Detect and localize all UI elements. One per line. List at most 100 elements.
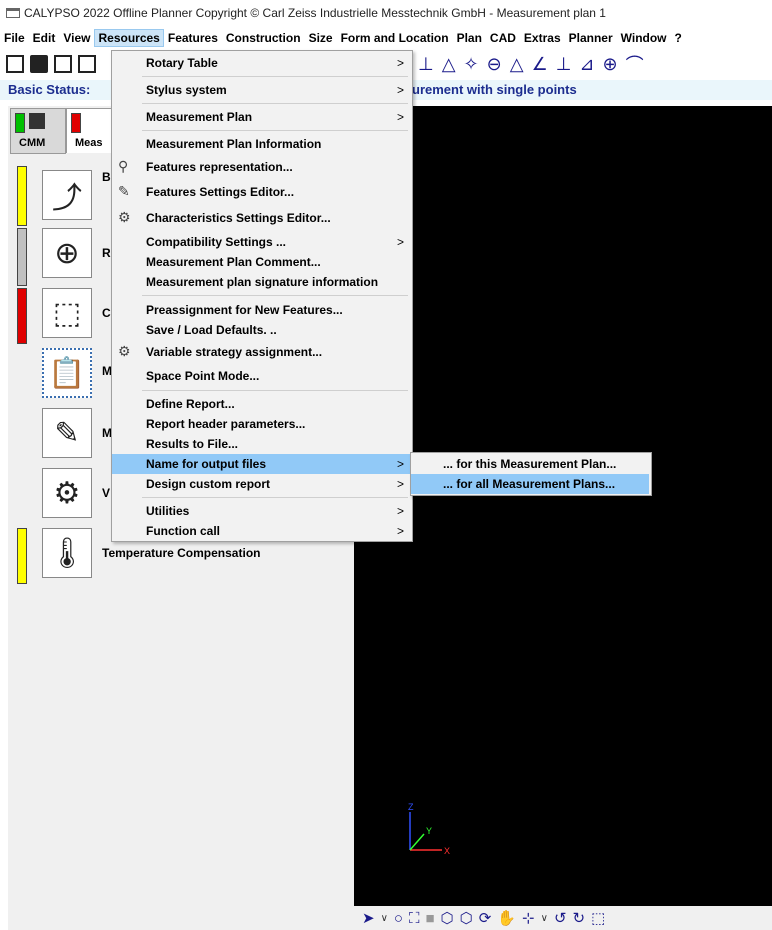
dropdown-2-icon[interactable]: ∨	[541, 913, 548, 924]
new-file-icon[interactable]	[6, 55, 24, 73]
app-icon	[6, 8, 20, 18]
menu-view[interactable]: View	[59, 29, 94, 47]
point-icon[interactable]: ✧	[464, 54, 479, 75]
menu-item-measurement-plan-signature[interactable]: Measurement plan signature information	[112, 272, 410, 292]
submenu-item-this-measurement-plan[interactable]: ... for this Measurement Plan...	[411, 454, 649, 474]
render-icon[interactable]: ⬡	[441, 909, 454, 927]
menu-resources[interactable]: Resources	[94, 28, 164, 47]
select-arrow-icon[interactable]: ➤	[362, 909, 375, 927]
window-title: CALYPSO 2022 Offline Planner Copyright ©…	[24, 6, 606, 20]
clearance-data-icon[interactable]: ⬚	[42, 288, 92, 338]
circle-view-icon[interactable]: ○	[394, 910, 403, 927]
cmm-status-indicator	[15, 113, 25, 133]
rotate-view-icon[interactable]: ⟳	[479, 909, 492, 927]
menu-item-features-representation[interactable]: ⚲ Features representation...	[112, 157, 410, 177]
characteristics-settings-icon: ⚙	[118, 209, 131, 225]
features-representation-icon: ⚲	[118, 158, 129, 174]
menu-item-function-call[interactable]: Function call >	[112, 521, 410, 541]
cylinder-icon[interactable]: △	[510, 54, 524, 75]
menu-item-label: Utilities	[146, 504, 190, 518]
variable-strategy-icon[interactable]: ⚙	[42, 468, 92, 518]
menu-form-and-location[interactable]: Form and Location	[337, 29, 453, 47]
menu-item-features-settings-editor[interactable]: ✎ Features Settings Editor...	[112, 182, 410, 202]
axis-triad: Z Y X	[408, 802, 450, 856]
menu-construction[interactable]: Construction	[222, 29, 305, 47]
menu-item-utilities[interactable]: Utilities >	[112, 501, 410, 521]
menu-item-measurement-plan[interactable]: Measurement Plan >	[112, 107, 410, 127]
menu-cad[interactable]: CAD	[486, 29, 520, 47]
save-as-icon[interactable]	[78, 55, 96, 73]
submenu-arrow-icon: >	[397, 524, 405, 538]
menu-item-rotary-table[interactable]: Rotary Table >	[112, 53, 410, 73]
temperature-icon[interactable]: 🌡	[42, 528, 92, 578]
distance-icon[interactable]: ⊿	[579, 54, 594, 75]
tab-cmm[interactable]: CMM	[10, 108, 66, 154]
rotate-right-icon[interactable]: ↻	[573, 909, 586, 927]
circle-icon[interactable]: ⊖	[487, 54, 502, 75]
menu-help[interactable]: ?	[671, 29, 686, 47]
submenu-arrow-icon: >	[397, 56, 405, 70]
menu-item-preassignment-new-features[interactable]: Preassignment for New Features...	[112, 300, 410, 320]
menu-features[interactable]: Features	[164, 29, 222, 47]
open-folder-icon[interactable]	[30, 55, 48, 73]
resources-menu: Rotary Table > Stylus system > Measureme…	[111, 50, 413, 542]
submenu-arrow-icon: >	[397, 83, 405, 97]
menu-separator	[142, 130, 408, 131]
save-icon[interactable]	[54, 55, 72, 73]
cube-view-icon[interactable]: ⬚	[591, 909, 605, 927]
pan-hand-icon[interactable]: ✋	[497, 909, 516, 927]
viewport-toolbar: ➤ ∨ ○ ⛶ ■ ⬡ ⬡ ⟳ ✋ ⊹ ∨ ↺ ↻ ⬚	[354, 906, 772, 930]
cone-icon[interactable]: △	[442, 54, 456, 75]
measurement-plan-icon[interactable]: 📋	[42, 348, 92, 398]
basic-status-value: urement with single points	[412, 82, 577, 97]
cad-viewport[interactable]	[354, 106, 772, 906]
menu-item-label: Report header parameters...	[146, 417, 306, 431]
menu-item-variable-strategy-assignment[interactable]: ⚙ Variable strategy assignment...	[112, 342, 410, 362]
menu-item-stylus-system[interactable]: Stylus system >	[112, 80, 410, 100]
coordinate-system-icon[interactable]: ⊥	[418, 54, 434, 75]
menu-item-label: Rotary Table	[146, 56, 218, 70]
submenu-item-all-measurement-plans[interactable]: ... for all Measurement Plans...	[411, 474, 649, 494]
row-label-base-alignment: B	[102, 170, 111, 184]
menu-item-report-header-parameters[interactable]: Report header parameters...	[112, 414, 410, 434]
dropdown-icon[interactable]: ∨	[381, 913, 388, 924]
menu-item-results-to-file[interactable]: Results to File...	[112, 434, 410, 454]
menu-item-measurement-plan-information[interactable]: Measurement Plan Information	[112, 134, 410, 154]
rotary-alignment-icon[interactable]: ⊕	[42, 228, 92, 278]
menu-extras[interactable]: Extras	[520, 29, 565, 47]
menu-item-measurement-plan-comment[interactable]: Measurement Plan Comment...	[112, 252, 410, 272]
perpendicular-icon[interactable]: ⊥	[556, 54, 572, 75]
menu-item-label: Design custom report	[146, 477, 271, 491]
menu-item-name-for-output-files[interactable]: Name for output files >	[112, 454, 410, 474]
menu-item-label: Compatibility Settings ...	[146, 235, 287, 249]
feature-view-icon[interactable]: ⛶	[409, 910, 420, 927]
menu-item-design-custom-report[interactable]: Design custom report >	[112, 474, 410, 494]
menu-item-space-point-mode[interactable]: Space Point Mode...	[112, 366, 410, 386]
submenu-arrow-icon: >	[397, 110, 405, 124]
angle-icon[interactable]: ∠	[532, 54, 548, 75]
menu-item-compatibility-settings[interactable]: Compatibility Settings ... >	[112, 232, 410, 252]
menu-edit[interactable]: Edit	[29, 29, 60, 47]
solid-view-icon[interactable]: ■	[425, 910, 434, 927]
menu-item-define-report[interactable]: Define Report...	[112, 394, 410, 414]
status-bar-yellow	[17, 166, 27, 226]
arc-icon[interactable]: ⌒	[626, 51, 644, 77]
menu-file[interactable]: File	[0, 29, 29, 47]
row-label-clearance: C	[102, 306, 111, 320]
rotate-left-icon[interactable]: ↺	[554, 909, 567, 927]
base-alignment-icon[interactable]: ⤴	[42, 170, 92, 220]
menu-item-characteristics-settings-editor[interactable]: ⚙ Characteristics Settings Editor...	[112, 208, 410, 228]
menu-size[interactable]: Size	[305, 29, 337, 47]
position-icon[interactable]: ⊕	[602, 54, 617, 75]
render-alt-icon[interactable]: ⬡	[460, 909, 473, 927]
menu-window[interactable]: Window	[617, 29, 671, 47]
tab-cmm-label: CMM	[19, 137, 46, 149]
features-edit-icon[interactable]: ✎	[42, 408, 92, 458]
xyz-view-icon[interactable]: ⊹	[522, 909, 535, 927]
menu-planner[interactable]: Planner	[565, 29, 617, 47]
menu-item-label: Variable strategy assignment...	[146, 345, 323, 359]
status-bar-gray	[17, 228, 27, 286]
menu-item-label: Measurement Plan	[146, 110, 253, 124]
menu-plan[interactable]: Plan	[453, 29, 486, 47]
menu-item-save-load-defaults[interactable]: Save / Load Defaults. ..	[112, 320, 410, 340]
